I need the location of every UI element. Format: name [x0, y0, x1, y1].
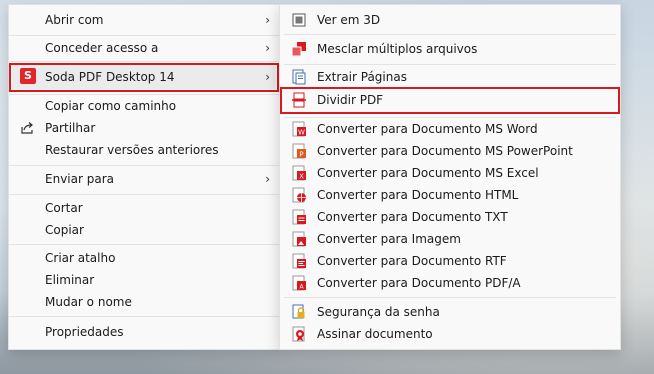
submenu-item-convert-rtf[interactable]: Converter para Documento RTF: [283, 250, 617, 272]
menu-item-create-shortcut[interactable]: Criar atalho: [12, 247, 276, 269]
submenu-item-sign-document[interactable]: Assinar documento: [283, 323, 617, 345]
menu-item-label: Restaurar versões anteriores: [45, 143, 219, 157]
menu-item-label: Eliminar: [45, 273, 95, 287]
submenu-item-label: Converter para Documento TXT: [317, 210, 508, 224]
menu-item-label: Mudar o nome: [45, 295, 132, 309]
menu-separator: [284, 297, 616, 298]
menu-item-open-with[interactable]: Abrir com ›: [12, 9, 276, 31]
powerpoint-document-icon: P: [292, 143, 306, 159]
submenu-item-label: Mesclar múltiplos arquivos: [317, 42, 478, 56]
menu-separator: [9, 35, 279, 36]
chevron-right-icon: ›: [265, 172, 270, 186]
rtf-document-icon: [292, 253, 306, 269]
menu-item-copy-as-path[interactable]: Copiar como caminho: [12, 95, 276, 117]
submenu-item-label: Converter para Documento MS Word: [317, 122, 538, 136]
menu-item-rename[interactable]: Mudar o nome: [12, 291, 276, 313]
submenu-item-convert-image[interactable]: Converter para Imagem: [283, 228, 617, 250]
submenu-item-password-security[interactable]: Segurança da senha: [283, 301, 617, 323]
merge-pdf-icon: [291, 42, 306, 57]
menu-separator: [284, 34, 616, 35]
menu-item-share[interactable]: Partilhar: [12, 117, 276, 139]
menu-separator: [9, 244, 279, 245]
excel-document-icon: X: [292, 165, 306, 181]
menu-item-send-to[interactable]: Enviar para ›: [12, 168, 276, 190]
pdfa-document-icon: A: [292, 275, 306, 291]
submenu-item-convert-powerpoint[interactable]: P Converter para Documento MS PowerPoint: [283, 140, 617, 162]
submenu-item-label: Converter para Imagem: [317, 232, 461, 246]
menu-item-properties[interactable]: Propriedades: [12, 321, 276, 343]
menu-item-delete[interactable]: Eliminar: [12, 269, 276, 291]
menu-separator: [9, 316, 279, 317]
submenu-item-convert-word[interactable]: W Converter para Documento MS Word: [283, 118, 617, 140]
menu-item-label: Propriedades: [45, 325, 124, 339]
svg-text:P: P: [299, 151, 303, 159]
submenu-item-label: Assinar documento: [317, 327, 433, 341]
submenu-item-label: Converter para Documento HTML: [317, 188, 519, 202]
share-icon: [21, 122, 33, 134]
password-lock-icon: [292, 304, 305, 319]
submenu-item-merge[interactable]: Mesclar múltiplos arquivos: [283, 38, 617, 60]
svg-text:X: X: [299, 173, 304, 181]
submenu-item-extract-pages[interactable]: Extrair Páginas: [283, 66, 617, 88]
submenu-item-label: Converter para Documento MS Excel: [317, 166, 539, 180]
submenu-item-convert-html[interactable]: Converter para Documento HTML: [283, 184, 617, 206]
menu-item-cut[interactable]: Cortar: [12, 197, 276, 219]
highlight-box: [280, 87, 620, 114]
chevron-right-icon: ›: [265, 13, 270, 27]
submenu-item-label: Extrair Páginas: [317, 70, 407, 84]
menu-item-label: Cortar: [45, 201, 83, 215]
menu-item-label: Copiar: [45, 223, 84, 237]
menu-item-give-access[interactable]: Conceder acesso a ›: [12, 37, 276, 59]
menu-separator: [9, 165, 279, 166]
submenu-item-label: Converter para Documento PDF/A: [317, 276, 521, 290]
menu-item-label: Conceder acesso a: [45, 41, 159, 55]
sign-document-icon: [292, 326, 305, 342]
svg-text:W: W: [298, 129, 305, 137]
submenu-item-label: Segurança da senha: [317, 305, 440, 319]
menu-separator: [9, 194, 279, 195]
html-document-icon: [292, 187, 306, 203]
word-document-icon: W: [292, 121, 306, 137]
menu-item-label: Enviar para: [45, 172, 114, 186]
menu-item-restore-previous-versions[interactable]: Restaurar versões anteriores: [12, 139, 276, 161]
menu-item-label: Criar atalho: [45, 251, 116, 265]
menu-separator: [284, 64, 616, 65]
context-menu: Abrir com › Conceder acesso a › S Soda P…: [8, 4, 280, 350]
submenu-item-label: Ver em 3D: [317, 13, 381, 27]
highlight-box: [9, 63, 279, 92]
submenu-item-view-3d[interactable]: Ver em 3D: [283, 9, 617, 31]
txt-document-icon: [292, 209, 306, 225]
submenu-item-convert-txt[interactable]: Converter para Documento TXT: [283, 206, 617, 228]
menu-item-label: Abrir com: [45, 13, 104, 27]
menu-item-label: Partilhar: [45, 121, 96, 135]
submenu-item-label: Converter para Documento MS PowerPoint: [317, 144, 573, 158]
menu-separator: [9, 61, 279, 62]
soda-pdf-submenu: Ver em 3D Mesclar múltiplos arquivos Ext…: [279, 4, 621, 350]
chevron-right-icon: ›: [265, 41, 270, 55]
extract-pages-icon: [292, 69, 306, 85]
menu-item-label: Copiar como caminho: [45, 99, 177, 113]
submenu-item-label: Converter para Documento RTF: [317, 254, 507, 268]
submenu-item-convert-pdfa[interactable]: A Converter para Documento PDF/A: [283, 272, 617, 294]
cube-3d-icon: [292, 13, 306, 27]
menu-item-copy[interactable]: Copiar: [12, 219, 276, 241]
image-document-icon: [292, 231, 306, 247]
submenu-item-convert-excel[interactable]: X Converter para Documento MS Excel: [283, 162, 617, 184]
